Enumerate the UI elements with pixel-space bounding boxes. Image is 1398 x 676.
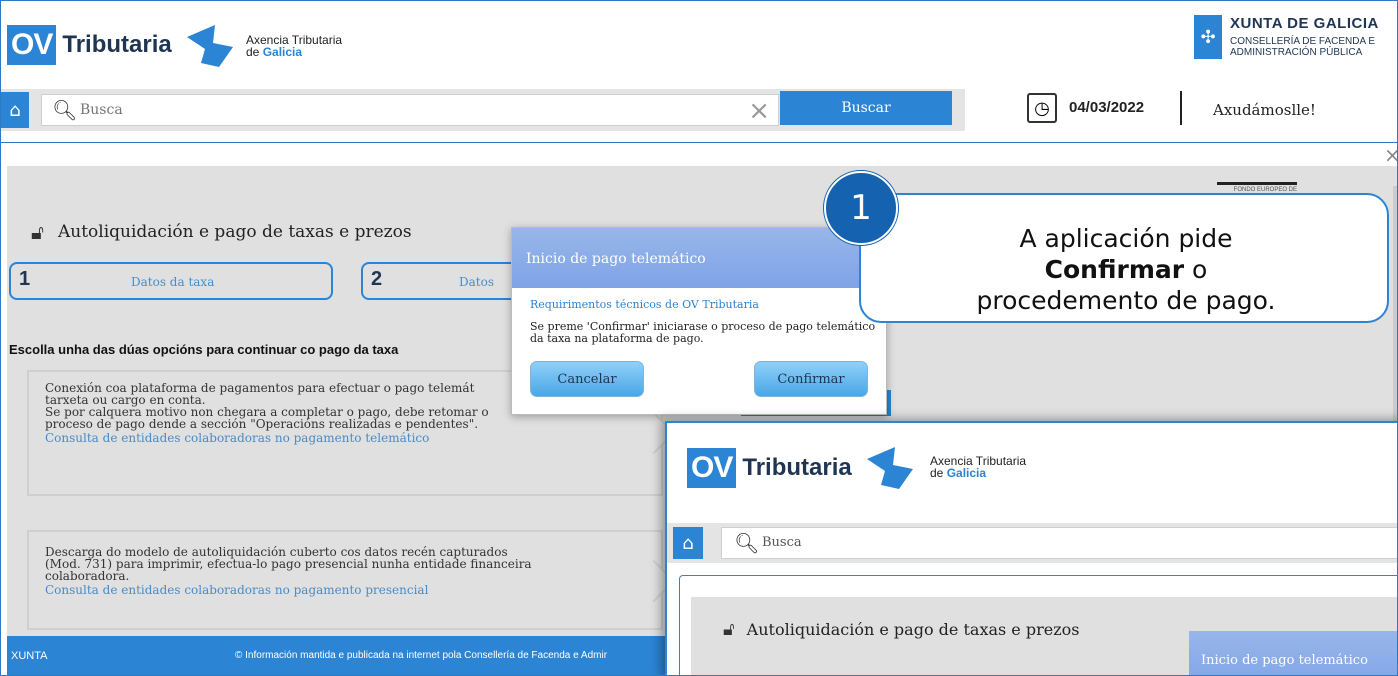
option-in-person-payment[interactable]: Descarga do modelo de autoliquidación cu… [27, 530, 663, 630]
xunta-text: XUNTA DE GALICIA CONSELLERÍA DE FACENDA … [1230, 15, 1379, 59]
confirm-button[interactable]: Confirmar [754, 361, 868, 397]
option-text: colaboradora. [45, 569, 130, 583]
agency-name: Axencia Tributaria de Galicia [246, 34, 342, 58]
xunta-emblem-icon: ✣ [1194, 15, 1222, 59]
footer-text: © Información mantida e publicada na int… [235, 650, 608, 661]
logo-tributaria-text: Tributaria [742, 454, 852, 481]
callout-line3: procedemento de pago. [976, 286, 1276, 315]
entities-online-link[interactable]: Consulta de entidades colaboradoras no p… [45, 432, 645, 444]
logo-ov-mark: OV [687, 448, 737, 488]
xunta-sub1: CONSELLERÍA DE FACENDA E [1230, 36, 1376, 47]
date-area: ◷ 04/03/2022 Axudámoslle! [965, 89, 1397, 131]
divider [1180, 91, 1182, 125]
payment-dialog: Inicio de pago telemático Requirimentos … [511, 227, 887, 415]
search-button[interactable]: Buscar [780, 91, 952, 125]
step-label: Datos [459, 275, 494, 289]
option-text: proceso de pago dende a sección "Operaci… [45, 417, 479, 431]
agency-name: Axencia Tributaria de Galicia [930, 455, 1026, 479]
close-icon[interactable]: × [1384, 143, 1397, 167]
step-number: 1 [19, 268, 31, 290]
search-placeholder: Busca [762, 535, 802, 550]
ov-tributaria-logo[interactable]: OV Tributaria [7, 25, 172, 65]
page-title: 🔓︎ Autoliquidación e pago de taxas e pre… [31, 220, 412, 244]
page-title-text: Autoliquidación e pago de taxas e prezos [57, 222, 412, 242]
ov-tributaria-logo: OV Tributaria [687, 448, 852, 488]
callout-box: A aplicación pide Confirmar o procedemen… [859, 193, 1389, 323]
axencia-logo-icon [187, 25, 233, 67]
home-icon: ⌂ [673, 527, 703, 559]
callout-text: A aplicación pide Confirmar o procedemen… [861, 223, 1391, 316]
step-2[interactable]: 2 Datos [361, 262, 521, 300]
divider [1, 142, 1397, 143]
search-icon: 🔍︎ [734, 531, 760, 555]
callout-line1: A aplicación pide [1019, 224, 1233, 253]
cancel-button[interactable]: Cancelar [530, 361, 644, 397]
page-title-text: Autoliquidación e pago de taxas e prezos [746, 620, 1080, 639]
entities-in-person-link[interactable]: Consulta de entidades colaboradoras no p… [45, 584, 645, 596]
inset-screenshot: OV Tributaria Axencia Tributaria de Gali… [665, 421, 1397, 675]
requirements-link[interactable]: Requirimentos técnicos de OV Tributaria [530, 298, 759, 311]
help-link[interactable]: Axudámoslle! [1213, 101, 1316, 119]
xunta-title: XUNTA DE GALICIA [1230, 15, 1379, 32]
lock-icon: 🔓︎ [723, 619, 735, 640]
search-bar: ⌂ 🔍︎ Busca [667, 523, 1397, 563]
search-box: 🔍︎ × [41, 94, 779, 126]
clear-icon[interactable]: × [748, 96, 770, 126]
search-icon: 🔍︎ [52, 98, 78, 122]
footer: XUNTA © Información mantida e publicada … [7, 636, 677, 675]
xunta-logo[interactable]: ✣ XUNTA DE GALICIA CONSELLERÍA DE FACEND… [1194, 15, 1379, 59]
logo-tributaria-text: Tributaria [62, 31, 172, 58]
step-1[interactable]: 1 Datos da taxa [9, 262, 333, 300]
logo-ov-mark: OV [7, 25, 57, 65]
current-date: 04/03/2022 [1069, 99, 1145, 116]
axencia-logo-icon [867, 447, 913, 489]
footer-xunta-logo: XUNTA [11, 650, 48, 662]
option-text: (Mod. 731) para imprimir, efectua-lo pag… [45, 557, 532, 571]
agency-line2: de Galicia [930, 466, 987, 480]
search-bar: ⌂ 🔍︎ × Buscar ◷ 04/03/2022 Axudámoslle! [1, 89, 1397, 131]
agency-line2: de Galicia [246, 45, 303, 59]
header: OV Tributaria Axencia Tributaria de Gali… [1, 1, 1397, 89]
step-badge: 1 [824, 171, 898, 245]
step-number: 2 [371, 268, 383, 290]
choose-instruction: Escolla unha das dúas opcións para conti… [9, 342, 399, 357]
search-input[interactable] [80, 99, 740, 121]
callout-line2: Confirmar o [1044, 255, 1208, 284]
home-icon[interactable]: ⌂ [1, 92, 29, 128]
dialog-message: Se preme 'Confirmar' iniciarase o proces… [530, 320, 876, 345]
xunta-sub2: ADMINISTRACIÓN PÚBLICA [1230, 47, 1363, 58]
app-window: OV Tributaria Axencia Tributaria de Gali… [0, 0, 1398, 676]
lock-icon: 🔓︎ [31, 220, 44, 244]
clock-icon: ◷ [1027, 93, 1057, 123]
step-label: Datos da taxa [131, 275, 215, 289]
page-title: 🔓︎ Autoliquidación e pago de taxas e pre… [723, 619, 1079, 640]
dialog-title: Inicio de pago telemático [512, 228, 886, 288]
search-box: 🔍︎ Busca [721, 527, 1397, 559]
dialog-title: Inicio de pago telemático [1189, 631, 1397, 675]
